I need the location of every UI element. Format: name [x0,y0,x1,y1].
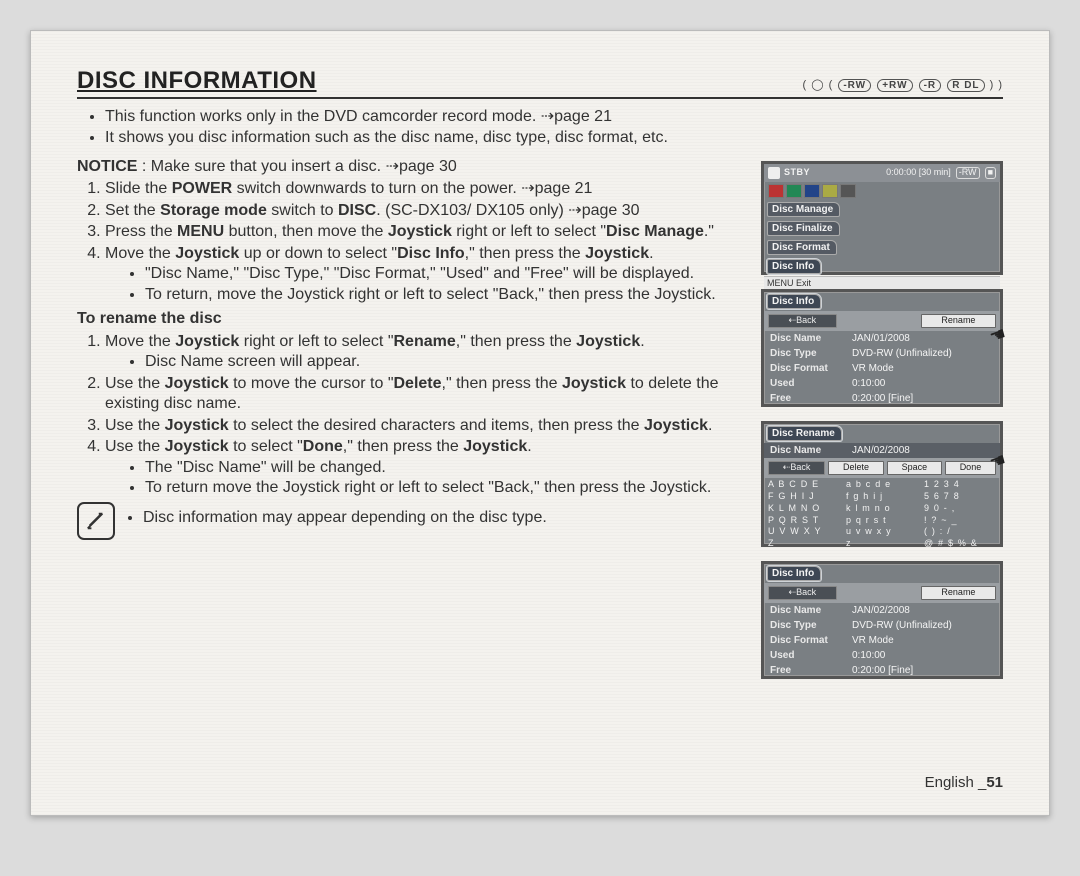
intro-bullet: It shows you disc information such as th… [105,128,743,148]
menu-tab: Disc Format [767,240,837,255]
screenshot-disc-info-2: Disc Info ⇠Back Rename Disc NameJAN/02/2… [761,561,1003,679]
delete-button: Delete [828,461,884,475]
quality-chip-icon: ■ [985,167,996,179]
step-2: Set the Storage mode switch to DISC. (SC… [105,201,743,221]
rename-heading: To rename the disc [77,309,743,329]
menu-tab: Disc Finalize [767,221,840,236]
back-button: ⇠Back [768,314,837,328]
rename-step-2: Use the Joystick to move the cursor to "… [105,374,743,415]
done-button: Done [945,461,996,475]
page-title: DISC INFORMATION [77,67,317,95]
back-button: ⇠Back [768,586,837,600]
intro-bullet: This function works only in the DVD camc… [105,107,743,127]
step-3: Press the MENU button, then move the Joy… [105,222,743,242]
screenshot-disc-info-1: Disc Info ⇠Back Rename ☚ Disc NameJAN/01… [761,289,1003,407]
note-row: Disc information may appear depending on… [77,502,743,540]
menu-tab: Disc Manage [767,202,840,217]
notice-line: NOTICE : Make sure that you insert a dis… [77,157,743,177]
intro-bullets: This function works only in the DVD camc… [77,107,743,149]
instruction-column: This function works only in the DVD camc… [77,105,743,679]
screenshot-column: STBY 0:00:00 [30 min] -RW ■ Disc Manage … [761,105,1003,679]
note-icon [77,502,115,540]
rename-button: Rename [921,586,996,600]
rename-step-4: Use the Joystick to select "Done," then … [105,437,743,498]
disc-chip-icon: -RW [956,167,980,179]
step-1: Slide the POWER switch downwards to turn… [105,179,743,199]
screenshot-disc-rename: Disc Rename Disc NameJAN/02/2008 ⇠Back D… [761,421,1003,547]
panel-title: Disc Info [767,294,821,309]
note-text: Disc information may appear depending on… [143,508,547,528]
title-row: DISC INFORMATION ( ◯ ( -RW +RW -R R DL )… [77,67,1003,99]
back-button: ⇠Back [768,461,825,475]
screenshot-disc-manage: STBY 0:00:00 [30 min] -RW ■ Disc Manage … [761,161,1003,275]
panel-title: Disc Rename [767,426,842,441]
disc-icon: ◯ [811,79,824,91]
step-4-sub: "Disc Name," "Disc Type," "Disc Format,"… [105,264,743,305]
osd-topbar: STBY 0:00:00 [30 min] -RW ■ [764,164,1000,182]
disc-type-badges: ( ◯ ( -RW +RW -R R DL ) ) [802,78,1003,92]
rename-steps: Move the Joystick right or left to selec… [77,332,743,499]
space-button: Space [887,461,942,475]
page-footer: English _51 [925,774,1003,791]
rename-step-1: Move the Joystick right or left to selec… [105,332,743,373]
step-4: Move the Joystick up or down to select "… [105,244,743,305]
manual-page: DISC INFORMATION ( ◯ ( -RW +RW -R R DL )… [30,30,1050,816]
rename-step-3: Use the Joystick to select the desired c… [105,416,743,436]
panel-buttons: ⇠Back Rename [764,311,1000,331]
content-columns: This function works only in the DVD camc… [77,105,1003,679]
rename-button: Rename [921,314,996,328]
onscreen-keyboard: A B C D Ea b c d e1 2 3 4 F G H I Jf g h… [764,478,1000,553]
main-steps: Slide the POWER switch downwards to turn… [77,179,743,305]
panel-title: Disc Info [767,566,821,581]
tab-color-strip [764,182,1000,200]
notice-label: NOTICE [77,158,137,175]
menu-tab-selected: Disc Info [767,259,821,274]
mode-icon [768,167,780,179]
